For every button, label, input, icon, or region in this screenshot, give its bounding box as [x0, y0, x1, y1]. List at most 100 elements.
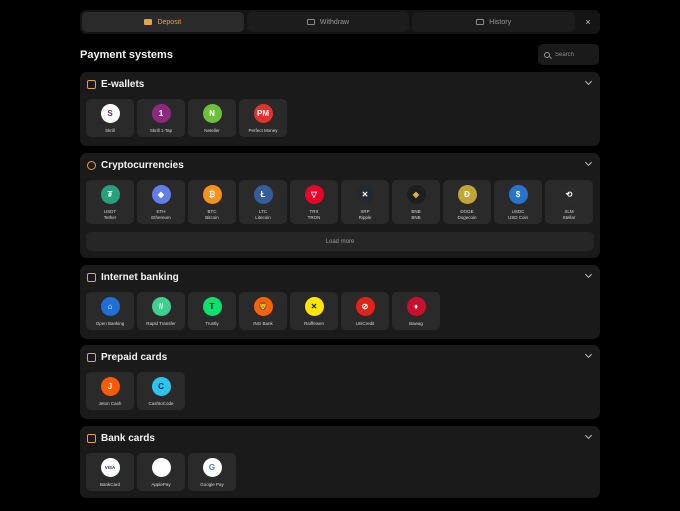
chevron-down-icon[interactable] [584, 431, 593, 440]
payment-method-xlm[interactable]: ⟲ XLM Stellar [545, 180, 593, 224]
payment-method-open-banking[interactable]: ⌂ Open Banking [86, 292, 134, 330]
tab-history[interactable]: History [412, 12, 576, 32]
chevron-down-icon[interactable] [584, 158, 593, 167]
section-title: Internet banking [101, 271, 179, 283]
payment-label: Jeton Cash [99, 401, 122, 407]
payment-logo-icon: // [151, 297, 171, 316]
payment-label: UniCredit [356, 321, 375, 327]
payment-label-line2: Ethereum [151, 214, 171, 220]
section-header[interactable]: Cryptocurrencies [80, 153, 600, 177]
section-title: Prepaid cards [101, 351, 168, 363]
payment-label: XLM Stellar [563, 209, 576, 220]
payment-method-xrp[interactable]: ✕ XRP Ripple [341, 180, 389, 224]
wallet-icon [87, 79, 96, 89]
payment-logo-icon: ▽ [304, 185, 324, 204]
close-button[interactable]: × [578, 12, 598, 32]
payment-label: Skrill 1-Tap [150, 128, 172, 134]
payment-logo-icon: T [202, 297, 222, 316]
payment-label: Neteller [204, 128, 220, 134]
payment-method-neteller[interactable]: N Neteller [188, 99, 236, 137]
payment-method-google-pay[interactable]: G Google Pay [188, 453, 236, 491]
chevron-down-icon[interactable] [584, 77, 593, 86]
payment-method-applepay[interactable]: ApplePay [137, 453, 185, 491]
card-icon [87, 352, 96, 362]
payment-method-ltc[interactable]: Ł LTC Litecoin [239, 180, 287, 224]
card-icon [306, 19, 315, 25]
payment-method-skrill-1-tap[interactable]: 1 Skrill 1-Tap [137, 99, 185, 137]
payment-logo-icon: ₿ [202, 185, 222, 204]
payment-label: Trustly [205, 321, 218, 327]
payment-label-line1: ApplePay [151, 482, 171, 487]
payment-label: USDT Tether [104, 209, 117, 220]
method-list: ⌂ Open Banking // Rapid Transfer T Trustly 🦁 IN… [86, 292, 440, 330]
payment-logo-icon: ◆ [151, 185, 171, 204]
payment-label-line2: BNB [411, 214, 421, 220]
section-header[interactable]: Internet banking [80, 265, 600, 289]
payment-label: ApplePay [151, 482, 170, 488]
payment-method-bankcard[interactable]: VISA BankCard [86, 453, 134, 491]
payment-logo-icon: N [202, 104, 222, 123]
payment-method-usdt[interactable]: ₮ USDT Tether [86, 180, 134, 224]
payment-method-jeton-cash[interactable]: J Jeton Cash [86, 372, 134, 410]
tab-deposit-label: Deposit [157, 18, 182, 26]
payment-label: BankCard [100, 482, 120, 488]
chevron-down-icon[interactable] [584, 270, 593, 279]
payment-label-line2: Tether [103, 214, 117, 220]
tab-deposit[interactable]: Deposit [82, 12, 244, 32]
payment-method-usdc[interactable]: $ USDC USD Coin [494, 180, 542, 224]
payment-method-raiffeisen[interactable]: ✕ Raiffeisen [290, 292, 338, 330]
payment-label: CashtoCode [148, 401, 173, 407]
payment-logo-icon: ⟲ [559, 185, 579, 204]
load-more-button[interactable]: Load more [86, 232, 594, 251]
chevron-down-icon[interactable] [584, 350, 593, 359]
payment-label-line1: Open Banking [95, 321, 125, 326]
payment-logo-icon: ◈ [406, 185, 426, 204]
payment-logo-icon: C [151, 377, 171, 396]
payment-method-trustly[interactable]: T Trustly [188, 292, 236, 330]
method-list: ₮ USDT Tether ◆ ETH Ethereum ₿ BTC Bitcoin Ł LTC Li… [86, 180, 593, 224]
section-header[interactable]: E-wallets [80, 72, 600, 96]
method-list: J Jeton Cash C CashtoCode [86, 372, 185, 410]
payment-label-line2: USD Coin [507, 214, 528, 220]
payment-method-btc[interactable]: ₿ BTC Bitcoin [188, 180, 236, 224]
payment-method-perfect-money[interactable]: PM Perfect Money [239, 99, 287, 137]
payment-method-unicredit[interactable]: ⊘ UniCredit [341, 292, 389, 330]
payment-method-cashtocode[interactable]: C CashtoCode [137, 372, 185, 410]
payment-method-eth[interactable]: ◆ ETH Ethereum [137, 180, 185, 224]
section-header[interactable]: Bank cards [80, 426, 600, 450]
bank-card-icon [87, 433, 96, 443]
payment-label: XRP Ripple [359, 209, 372, 220]
payment-label-line1: BNB [411, 209, 421, 214]
section-header[interactable]: Prepaid cards [80, 345, 600, 369]
payment-label-line1: ING Bank [253, 321, 273, 326]
section-bank-cards: Bank cards VISA BankCard ApplePay G Google P… [80, 426, 600, 498]
payment-label-line1: Skrill [105, 128, 115, 133]
payment-logo-icon: PM [253, 104, 273, 123]
payment-logo-icon: 🦁 [253, 297, 273, 316]
payment-logo-icon: J [100, 377, 120, 396]
payment-method-rapid-transfer[interactable]: // Rapid Transfer [137, 292, 185, 330]
payment-method-bnb[interactable]: ◈ BNB BNB [392, 180, 440, 224]
tab-history-label: History [489, 18, 512, 26]
bank-icon [87, 272, 96, 282]
payment-label: DOGE Dogecoin [457, 209, 476, 220]
payment-label-line2: Ripple [358, 214, 372, 220]
payment-label-line1: Rapid Transfer [146, 321, 176, 326]
payment-label: LTC Litecoin [255, 209, 271, 220]
payment-method-doge[interactable]: Ð DOGE Dogecoin [443, 180, 491, 224]
section-ewallets: E-wallets S Skrill 1 Skrill 1-Tap N Neteller P… [80, 72, 600, 146]
payment-method-ing-bank[interactable]: 🦁 ING Bank [239, 292, 287, 330]
payment-label-line1: TRX [309, 209, 319, 214]
payment-method-bawag[interactable]: ♦ Bawag [392, 292, 440, 330]
search-input[interactable] [555, 51, 595, 58]
search-box[interactable] [538, 44, 599, 65]
payment-method-skrill[interactable]: S Skrill [86, 99, 134, 137]
payment-label-line1: Perfect Money [248, 128, 278, 133]
tab-withdraw[interactable]: Withdraw [246, 12, 410, 32]
payment-label-line1: Trustly [205, 321, 219, 326]
payment-label-line1: XLM [564, 209, 574, 214]
payment-label: Raiffeisen [304, 321, 324, 327]
payment-method-trx[interactable]: ▽ TRX TRON [290, 180, 338, 224]
section-cryptocurrencies: Cryptocurrencies ₮ USDT Tether ◆ ETH Ethereum… [80, 153, 600, 258]
payment-label: ETH Ethereum [151, 209, 171, 220]
